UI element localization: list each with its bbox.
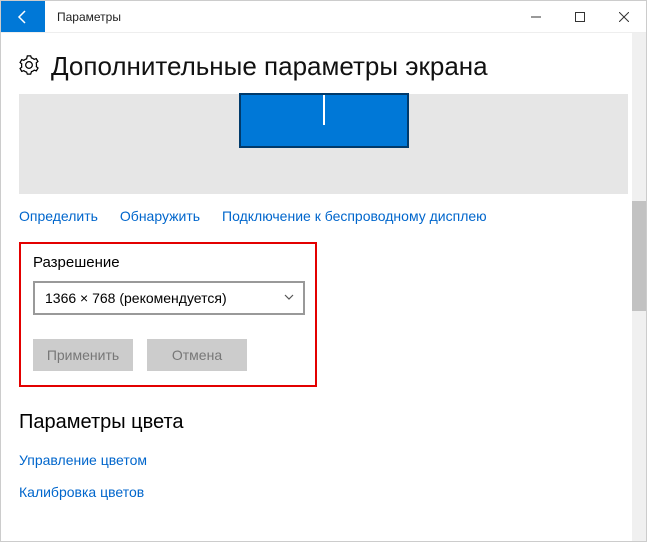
apply-button[interactable]: Применить [33,339,133,371]
page-header: Дополнительные параметры экрана [19,51,628,82]
detect-link[interactable]: Обнаружить [120,208,200,224]
window-title: Параметры [45,1,514,32]
maximize-button[interactable] [558,1,602,32]
resolution-label: Разрешение [33,254,303,271]
window-controls [514,1,646,32]
wireless-link[interactable]: Подключение к беспроводному дисплею [222,208,487,224]
scrollbar-thumb[interactable] [632,201,646,311]
color-links: Управление цветом Калибровка цветов [19,452,628,500]
resolution-selected: 1366 × 768 (рекомендуется) [45,290,227,306]
minimize-icon [531,12,541,22]
minimize-button[interactable] [514,1,558,32]
monitor-notch [323,95,325,125]
cancel-button[interactable]: Отмена [147,339,247,371]
gear-icon [19,55,39,78]
display-actions: Определить Обнаружить Подключение к бесп… [19,208,628,224]
back-button[interactable] [1,1,45,32]
monitor-1[interactable] [239,93,409,148]
color-heading: Параметры цвета [19,411,628,434]
close-icon [619,12,629,22]
display-preview [19,94,628,194]
back-arrow-icon [15,9,31,25]
titlebar: Параметры [1,1,646,33]
page-title: Дополнительные параметры экрана [51,51,488,82]
resolution-buttons: Применить Отмена [33,339,303,371]
content-area: Дополнительные параметры экрана Определи… [1,33,646,541]
color-management-link[interactable]: Управление цветом [19,452,628,468]
resolution-section: Разрешение 1366 × 768 (рекомендуется) Пр… [19,242,317,387]
identify-link[interactable]: Определить [19,208,98,224]
maximize-icon [575,12,585,22]
scrollbar-track[interactable] [632,33,646,541]
color-calibration-link[interactable]: Калибровка цветов [19,484,628,500]
chevron-down-icon [283,290,295,306]
close-button[interactable] [602,1,646,32]
resolution-dropdown[interactable]: 1366 × 768 (рекомендуется) [33,281,305,315]
